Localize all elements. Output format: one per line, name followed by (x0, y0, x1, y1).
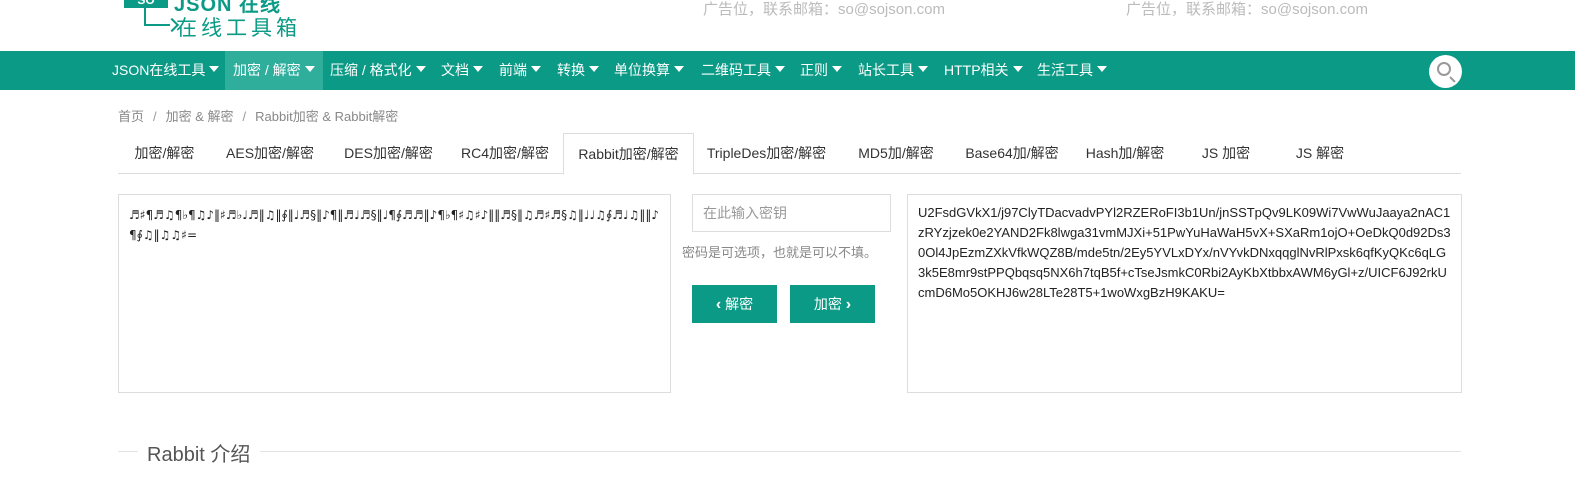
divider (118, 451, 138, 452)
caret-down-icon (589, 66, 599, 72)
intro-section-heading: Rabbit 介绍 (118, 438, 1461, 466)
search-icon-handle (1449, 76, 1456, 83)
tab-rabbit[interactable]: Rabbit加密/解密 (563, 133, 694, 175)
ad-slot-2[interactable]: 广告位，联系邮箱：so@sojson.com (1126, 0, 1368, 19)
nav-label: 文档 (441, 62, 469, 78)
nav-item-crypto[interactable]: 加密 / 解密 (225, 51, 323, 90)
tab-rc4[interactable]: RC4加密/解密 (448, 133, 562, 174)
breadcrumb-current: Rabbit加密 & Rabbit解密 (255, 109, 399, 124)
tab-aes[interactable]: AES加密/解密 (211, 133, 329, 174)
caret-down-icon (1097, 66, 1107, 72)
logo-subtitle: 在线工具箱 (176, 16, 301, 40)
nav-item-units[interactable]: 单位换算 (614, 51, 684, 90)
caret-down-icon (473, 66, 483, 72)
tab-js-encrypt[interactable]: JS 加密 (1179, 133, 1273, 174)
nav-label: 正则 (800, 62, 828, 78)
search-button[interactable] (1429, 55, 1462, 88)
key-input[interactable] (692, 194, 891, 232)
ciphertext-output[interactable]: U2FsdGVkX1/j97ClyTDacvadvPYl2RZERoFI3b1U… (907, 194, 1462, 393)
tab-des[interactable]: DES加密/解密 (329, 133, 448, 174)
nav-label: 前端 (499, 62, 527, 78)
nav-item-docs[interactable]: 文档 (441, 51, 483, 90)
nav-item-convert[interactable]: 转换 (557, 51, 599, 90)
tab-tripledes[interactable]: TripleDes加密/解密 (694, 133, 839, 174)
caret-down-icon (832, 66, 842, 72)
nav-item-regex[interactable]: 正则 (800, 51, 842, 90)
nav-label: HTTP相关 (944, 62, 1009, 78)
decrypt-button[interactable]: ‹ 解密 (692, 285, 777, 323)
nav-item-frontend[interactable]: 前端 (499, 51, 541, 90)
logo-arrow-icon (144, 8, 170, 26)
nav-label: 站长工具 (858, 62, 914, 78)
caret-down-icon (1012, 66, 1023, 72)
nav-label: 二维码工具 (701, 62, 771, 78)
caret-down-icon (415, 66, 426, 72)
chevron-right-icon: › (845, 296, 852, 313)
search-icon (1437, 62, 1451, 76)
nav-item-compress[interactable]: 压缩 / 格式化 (330, 51, 426, 90)
breadcrumb-separator: / (242, 109, 247, 124)
nav-label: 生活工具 (1037, 62, 1093, 78)
nav-item-json[interactable]: JSON在线工具 (112, 51, 220, 90)
breadcrumb: 首页 / 加密 & 解密 / Rabbit加密 & Rabbit解密 (118, 106, 398, 125)
caret-down-icon (918, 66, 928, 72)
nav-item-life[interactable]: 生活工具 (1037, 51, 1107, 90)
nav-label: JSON在线工具 (112, 62, 206, 78)
tab-md5[interactable]: MD5加/解密 (839, 133, 953, 174)
nav-item-webmaster[interactable]: 站长工具 (858, 51, 928, 90)
caret-down-icon (674, 66, 684, 72)
breadcrumb-separator: / (153, 109, 157, 124)
nav-label: 转换 (557, 62, 585, 78)
tab-js-decrypt[interactable]: JS 解密 (1273, 133, 1367, 174)
key-hint: 密码是可选项，也就是可以不填。 (682, 245, 878, 260)
caret-down-icon (775, 66, 785, 72)
breadcrumb-home[interactable]: 首页 (118, 109, 144, 124)
caret-down-icon (531, 66, 541, 72)
plaintext-input[interactable]: ♬♯¶♬♫¶♭¶♫♪‖♯♬♭♩♬‖♫‖∮‖♩♬§‖♪¶‖♬♩♬§‖♩¶∮♬♬‖♪… (118, 194, 671, 393)
divider (260, 451, 1461, 452)
nav-label: 单位换算 (614, 62, 670, 78)
breadcrumb-crypto[interactable]: 加密 & 解密 (166, 109, 234, 124)
site-logo[interactable]: SO JSON 在线 在线工具箱 (124, 0, 334, 44)
chevron-left-icon: ‹ (715, 296, 722, 313)
section-title: Rabbit 介绍 (147, 444, 251, 466)
tab-crypto[interactable]: 加密/解密 (118, 133, 211, 174)
tool-tabs: 加密/解密 AES加密/解密 DES加密/解密 RC4加密/解密 Rabbit加… (118, 133, 1461, 175)
caret-down-icon (304, 66, 315, 72)
encrypt-label: 加密 (813, 296, 842, 312)
nav-label: 加密 / 解密 (233, 62, 301, 78)
nav-label: 压缩 / 格式化 (330, 62, 412, 78)
nav-item-qrcode[interactable]: 二维码工具 (701, 51, 785, 90)
decrypt-label: 解密 (725, 296, 754, 312)
main-nav: JSON在线工具 加密 / 解密 压缩 / 格式化 文档 前端 转换 单位换算 … (0, 51, 1575, 90)
tab-hash[interactable]: Hash加/解密 (1071, 133, 1179, 174)
encrypt-button[interactable]: 加密 › (790, 285, 875, 323)
ad-slot-1[interactable]: 广告位，联系邮箱：so@sojson.com (703, 0, 945, 19)
caret-down-icon (209, 66, 220, 72)
logo-badge: SO (124, 0, 168, 8)
nav-item-http[interactable]: HTTP相关 (944, 51, 1023, 90)
top-banner: SO JSON 在线 在线工具箱 广告位，联系邮箱：so@sojson.com … (0, 0, 1575, 51)
tab-base64[interactable]: Base64加/解密 (953, 133, 1071, 174)
